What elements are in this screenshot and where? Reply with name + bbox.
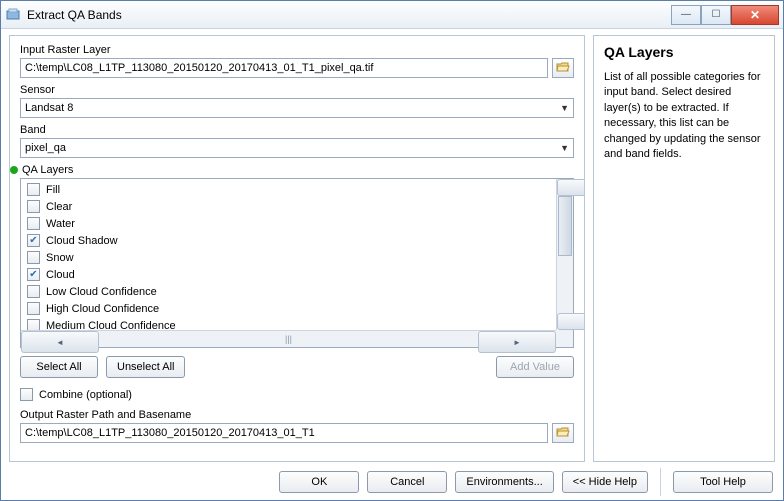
list-item-label: Low Cloud Confidence [46,286,157,298]
ok-button[interactable]: OK [279,471,359,493]
list-item[interactable]: Water [23,215,554,232]
sensor-label: Sensor [20,84,574,96]
checkbox[interactable] [27,200,40,213]
list-item-label: Fill [46,184,60,196]
list-item-label: High Cloud Confidence [46,303,159,315]
add-value-button[interactable]: Add Value [496,356,574,378]
scroll-thumb[interactable] [558,196,572,256]
band-select[interactable]: pixel_qa ▼ [20,138,574,158]
list-item[interactable]: Fill [23,181,554,198]
list-item-label: Cloud Shadow [46,235,118,247]
list-item-label: Water [46,218,75,230]
folder-open-icon [556,426,570,441]
list-item[interactable]: Low Cloud Confidence [23,283,554,300]
window-title: Extract QA Bands [27,8,671,22]
list-item-label: Snow [46,252,74,264]
list-item[interactable]: Clear [23,198,554,215]
help-panel: QA Layers List of all possible categorie… [593,35,775,462]
checkbox[interactable] [27,302,40,315]
list-item[interactable]: High Cloud Confidence [23,300,554,317]
scroll-corner [556,330,573,347]
checkbox[interactable] [27,319,40,330]
form-panel: Input Raster Layer Sensor Landsat 8 ▼ Ba… [9,35,585,462]
qa-layers-inner: Fill Clear Water ✔ Cloud Shadow Snow ✔ Cloud Low… [21,179,556,330]
browse-output-button[interactable] [552,423,574,443]
footer: OK Cancel Environments... << Hide Help T… [1,464,783,500]
active-indicator-icon [10,166,18,174]
scroll-down-button[interactable]: ▼ [557,313,585,330]
minimize-button[interactable]: — [671,5,701,25]
sensor-value: Landsat 8 [25,102,73,114]
dialog-window: Extract QA Bands — ☐ ✕ Input Raster Laye… [0,0,784,501]
list-item-label: Medium Cloud Confidence [46,320,176,331]
browse-input-button[interactable] [552,58,574,78]
tool-help-button[interactable]: Tool Help [673,471,773,493]
list-item[interactable]: Medium Cloud Confidence [23,317,554,330]
checkbox[interactable] [27,251,40,264]
list-item[interactable]: ✔ Cloud [23,266,554,283]
checkbox[interactable] [27,217,40,230]
list-item-label: Clear [46,201,72,213]
qa-layers-listbox[interactable]: Fill Clear Water ✔ Cloud Shadow Snow ✔ Cloud Low… [20,178,574,348]
sensor-select[interactable]: Landsat 8 ▼ [20,98,574,118]
list-item[interactable]: Snow [23,249,554,266]
checkbox[interactable] [27,285,40,298]
combine-checkbox[interactable] [20,388,33,401]
output-field[interactable] [20,423,548,443]
scroll-up-button[interactable]: ▲ [557,179,585,196]
select-all-button[interactable]: Select All [20,356,98,378]
environments-button[interactable]: Environments... [455,471,553,493]
chevron-down-icon: ▼ [560,143,569,153]
cancel-button[interactable]: Cancel [367,471,447,493]
list-item[interactable]: ✔ Cloud Shadow [23,232,554,249]
checkbox[interactable]: ✔ [27,268,40,281]
footer-separator [660,468,661,496]
maximize-button[interactable]: ☐ [701,5,731,25]
combine-label: Combine (optional) [39,389,132,401]
unselect-all-button[interactable]: Unselect All [106,356,185,378]
scroll-track: ||| [99,331,478,347]
checkbox[interactable] [27,183,40,196]
vertical-scrollbar[interactable]: ▲ ▼ [556,179,573,330]
titlebar: Extract QA Bands — ☐ ✕ [1,1,783,29]
help-title: QA Layers [604,44,764,60]
help-body: List of all possible categories for inpu… [604,70,764,162]
app-icon [5,7,21,23]
horizontal-scrollbar[interactable]: ◄ ||| ► [21,330,556,347]
close-button[interactable]: ✕ [731,5,779,25]
folder-open-icon [556,61,570,76]
list-item-label: Cloud [46,269,75,281]
chevron-down-icon: ▼ [560,103,569,113]
band-label: Band [20,124,574,136]
qa-layers-label: QA Layers [22,164,73,176]
checkbox[interactable]: ✔ [27,234,40,247]
input-layer-label: Input Raster Layer [20,44,574,56]
input-layer-field[interactable] [20,58,548,78]
scroll-left-button[interactable]: ◄ [21,331,99,353]
dialog-body: Input Raster Layer Sensor Landsat 8 ▼ Ba… [1,29,783,464]
window-controls: — ☐ ✕ [671,5,779,25]
scroll-right-button[interactable]: ► [478,331,556,353]
band-value: pixel_qa [25,142,66,154]
hide-help-button[interactable]: << Hide Help [562,471,648,493]
output-label: Output Raster Path and Basename [20,409,574,421]
